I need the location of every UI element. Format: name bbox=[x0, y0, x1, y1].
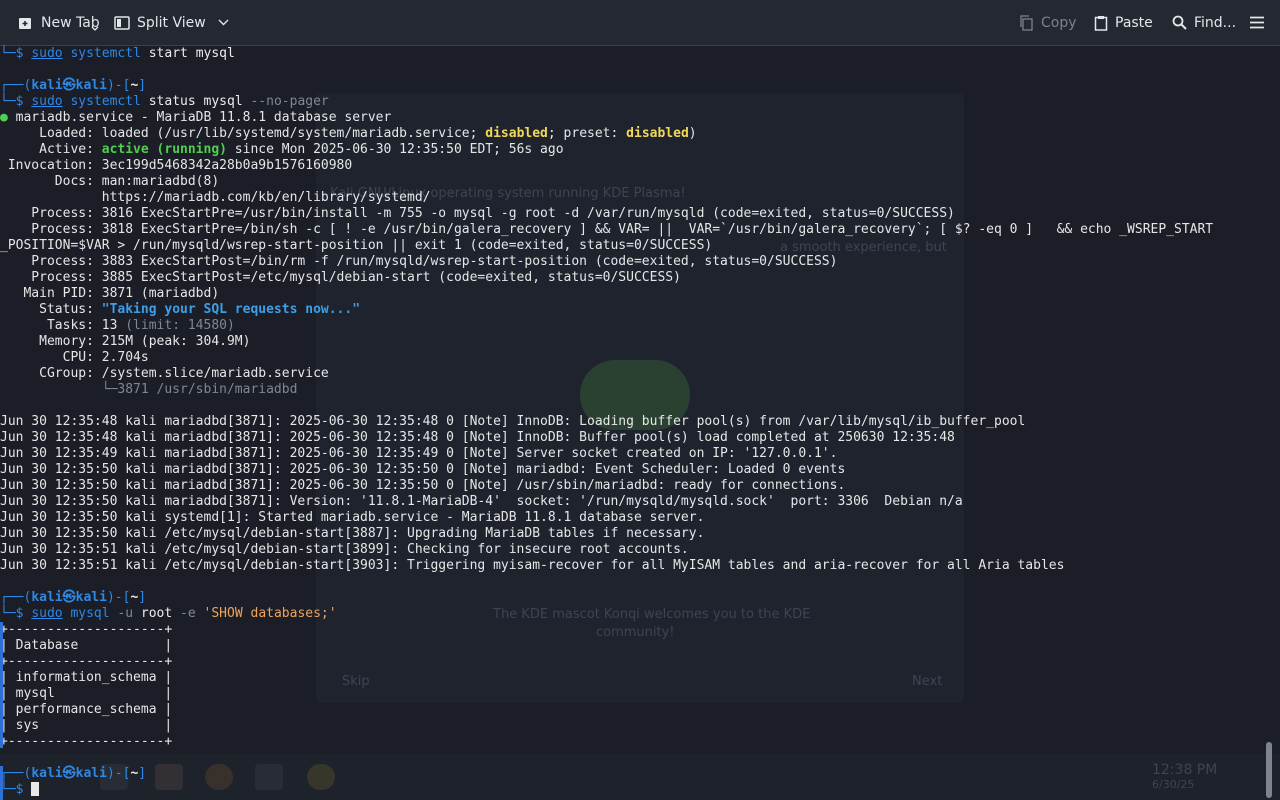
new-tab-icon bbox=[19, 17, 31, 29]
chevron-down-icon[interactable] bbox=[91, 26, 99, 32]
copy-button[interactable]: Copy bbox=[1019, 0, 1077, 45]
journal-line: Jun 30 12:35:50 kali /etc/mysql/debian-s… bbox=[0, 526, 705, 541]
prompt-input-line[interactable]: └─$ bbox=[0, 782, 1258, 798]
konsole-toolbar: New Tab Split View Copy Paste Find... bbox=[0, 0, 1280, 46]
db-table-row: | sys | bbox=[0, 718, 173, 733]
copy-label: Copy bbox=[1041, 14, 1077, 31]
copy-icon bbox=[1020, 14, 1033, 31]
hamburger-menu-icon bbox=[1250, 16, 1264, 29]
hamburger-menu-button[interactable] bbox=[1250, 0, 1264, 45]
status-tasks-line: Tasks: 13 (limit: 14580) bbox=[0, 318, 235, 333]
status-cgroup-line: CGroup: /system.slice/mariadb.service bbox=[0, 366, 329, 381]
journal-line: Jun 30 12:35:48 kali mariadbd[3871]: 202… bbox=[0, 414, 1026, 429]
new-tab-button[interactable]: New Tab bbox=[18, 0, 100, 45]
split-view-icon bbox=[114, 15, 130, 30]
terminal-scrollbar-thumb[interactable] bbox=[1266, 742, 1272, 798]
status-cpu-line: CPU: 2.704s bbox=[0, 350, 149, 365]
status-process-line: Process: 3818 ExecStartPre=/bin/sh -c [ … bbox=[0, 222, 1214, 237]
status-dot-icon: ● bbox=[0, 110, 8, 125]
journal-line: Jun 30 12:35:51 kali /etc/mysql/debian-s… bbox=[0, 558, 1065, 573]
status-invocation-line: Invocation: 3ec199d5468342a28b0a9b157616… bbox=[0, 158, 353, 173]
journal-line: Jun 30 12:35:49 kali mariadbd[3871]: 202… bbox=[0, 446, 838, 461]
chevron-down-icon bbox=[218, 19, 229, 26]
db-table-border: +--------------------+ bbox=[0, 734, 173, 749]
terminal-output[interactable]: └─$ sudo systemctl start mysql ┌──(kali㉿… bbox=[0, 46, 1258, 800]
status-process-line: _POSITION=$VAR > /run/mysqld/wsrep-start… bbox=[0, 238, 713, 253]
prompt-command-line: └─$ sudo systemctl start mysql bbox=[0, 46, 235, 61]
paste-button[interactable]: Paste bbox=[1094, 0, 1153, 45]
search-icon bbox=[1172, 15, 1187, 30]
status-active-line: Active: active (running) since Mon 2025-… bbox=[0, 142, 564, 157]
prompt-line: ┌──(kali㉿kali)-[~] bbox=[0, 590, 147, 605]
journal-line: Jun 30 12:35:50 kali mariadbd[3871]: 202… bbox=[0, 462, 846, 477]
status-docs-link[interactable]: https://mariadb.com/kb/en/library/system… bbox=[0, 190, 1258, 206]
status-cgroup-child-line: └─3871 /usr/sbin/mariadbd bbox=[0, 382, 298, 397]
status-docs-line: Docs: man:mariadbd(8) bbox=[0, 174, 220, 189]
paste-label: Paste bbox=[1115, 14, 1153, 31]
prompt-command-line: └─$ sudo mysql -u root -e 'SHOW database… bbox=[0, 606, 337, 621]
db-table-row: | information_schema | bbox=[0, 670, 173, 685]
split-view-button[interactable]: Split View bbox=[114, 0, 229, 45]
command-block-marker bbox=[0, 766, 3, 800]
db-table-row: | performance_schema | bbox=[0, 702, 173, 717]
db-table-row: | mysql | bbox=[0, 686, 173, 701]
find-button[interactable]: Find... bbox=[1172, 0, 1236, 45]
command-block-marker bbox=[0, 622, 3, 748]
paste-icon bbox=[1094, 15, 1108, 31]
journal-line: Jun 30 12:35:50 kali mariadbd[3871]: 202… bbox=[0, 478, 846, 493]
status-status-line: Status: "Taking your SQL requests now...… bbox=[0, 302, 361, 317]
status-loaded-line: Loaded: loaded (/usr/lib/systemd/system/… bbox=[0, 126, 697, 141]
db-table-border: +--------------------+ bbox=[0, 622, 173, 637]
status-mainpid-line: Main PID: 3871 (mariadbd) bbox=[0, 286, 220, 301]
status-process-line: Process: 3883 ExecStartPost=/bin/rm -f /… bbox=[0, 254, 838, 269]
db-table-header: | Database | bbox=[0, 638, 173, 653]
journal-line: Jun 30 12:35:51 kali /etc/mysql/debian-s… bbox=[0, 542, 689, 557]
text-cursor bbox=[31, 782, 40, 796]
journal-line: Jun 30 12:35:48 kali mariadbd[3871]: 202… bbox=[0, 430, 955, 445]
status-process-line: Process: 3885 ExecStartPost=/etc/mysql/d… bbox=[0, 270, 681, 285]
status-process-line: Process: 3816 ExecStartPre=/usr/bin/inst… bbox=[0, 206, 955, 221]
find-label: Find... bbox=[1194, 14, 1237, 31]
prompt-line: ┌──(kali㉿kali)-[~] bbox=[0, 78, 147, 93]
split-view-label: Split View bbox=[137, 14, 206, 31]
journal-line: Jun 30 12:35:50 kali mariadbd[3871]: Ver… bbox=[0, 494, 963, 509]
terminal-scrollbar[interactable] bbox=[1263, 46, 1275, 800]
status-memory-line: Memory: 215M (peak: 304.9M) bbox=[0, 334, 251, 349]
journal-line: Jun 30 12:35:50 kali systemd[1]: Started… bbox=[0, 510, 705, 525]
status-header-line: ● mariadb.service - MariaDB 11.8.1 datab… bbox=[0, 110, 392, 125]
db-table-border: +--------------------+ bbox=[0, 654, 173, 669]
prompt-line: ┌──(kali㉿kali)-[~] bbox=[0, 766, 147, 781]
prompt-command-line: └─$ sudo systemctl status mysql --no-pag… bbox=[0, 94, 329, 109]
